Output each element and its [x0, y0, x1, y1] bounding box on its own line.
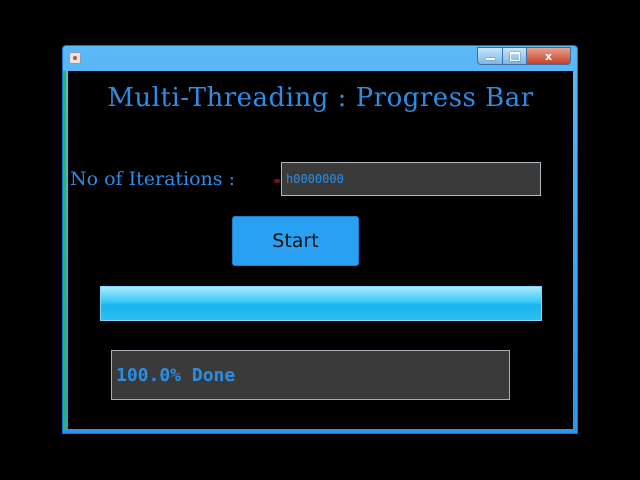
close-button[interactable]: x [527, 47, 571, 65]
page-title: Multi-Threading : Progress Bar [107, 83, 534, 113]
maximize-icon [509, 51, 520, 61]
focus-marker [274, 179, 280, 183]
java-app-icon[interactable] [69, 52, 81, 64]
iterations-label: No of Iterations : [70, 168, 235, 190]
iterations-input[interactable] [281, 162, 541, 196]
caption-buttons: x [477, 47, 571, 65]
app-window: x Multi-Threading : Progress Bar No of I… [62, 45, 578, 434]
desktop-background: x Multi-Threading : Progress Bar No of I… [0, 0, 640, 480]
client-area: Multi-Threading : Progress Bar No of Ite… [63, 71, 573, 429]
status-field[interactable]: 100.0% Done [111, 350, 510, 400]
title-bar[interactable]: x [63, 46, 577, 70]
minimize-button[interactable] [477, 47, 503, 65]
maximize-button[interactable] [503, 47, 527, 65]
progress-bar [100, 286, 542, 321]
window-left-edge [63, 71, 66, 429]
start-button[interactable]: Start [232, 216, 359, 266]
status-text: 100.0% Done [116, 364, 236, 386]
close-icon: x [544, 49, 553, 63]
minimize-icon [485, 57, 495, 60]
progress-bar-fill [101, 287, 541, 320]
